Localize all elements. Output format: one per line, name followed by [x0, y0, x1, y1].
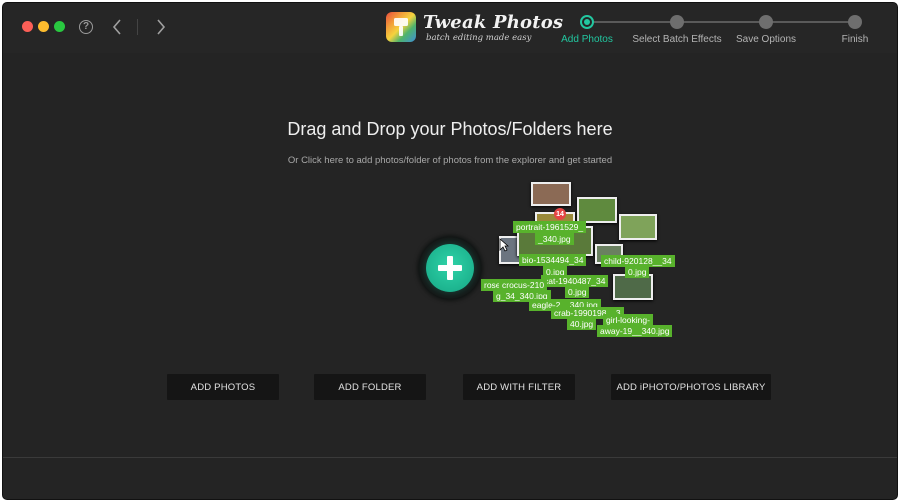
title-bar: ? Tweak Photos batch editing made easy A…	[3, 3, 897, 53]
photo-count-badge: 14	[554, 208, 566, 220]
step-dot-finish	[848, 15, 862, 29]
photo-thumb	[531, 182, 571, 206]
add-photos-button[interactable]: ADD PHOTOS	[167, 374, 279, 400]
step-dot-save-options	[759, 15, 773, 29]
file-tag: 0.jpg	[565, 286, 590, 298]
photo-thumb	[619, 214, 657, 240]
step-dot-add-photos	[580, 15, 594, 29]
add-folder-button[interactable]: ADD FOLDER	[314, 374, 426, 400]
step-label-save-options: Save Options	[735, 34, 797, 45]
photo-thumb	[577, 197, 617, 223]
footer-divider	[3, 457, 897, 458]
cursor-arrow-icon	[499, 238, 509, 252]
file-tag: 40.jpg	[567, 318, 597, 330]
file-tag: portrait-1961529_	[513, 221, 587, 233]
drop-heading: Drag and Drop your Photos/Folders here	[287, 119, 613, 139]
drop-subtext[interactable]: Or Click here to add photos/folder of ph…	[3, 155, 897, 166]
file-tag: away-19__340.jpg	[597, 325, 673, 337]
add-photos-plus-button[interactable]	[419, 237, 481, 299]
add-iphoto-library-button[interactable]: ADD iPHOTO/PHOTOS LIBRARY	[611, 374, 771, 400]
file-tag: bio-1534494_34	[519, 254, 587, 266]
photo-collage-illustration: 14 portrait-1961529_ _340.jpg bio-153449…	[479, 178, 679, 338]
app-window: ? Tweak Photos batch editing made easy A…	[2, 2, 898, 500]
steps-track	[587, 21, 855, 23]
step-label-finish: Finish	[841, 34, 869, 45]
step-dot-select-batch-effects	[670, 15, 684, 29]
wizard-steps: Add Photos Select Batch Effects Save Opt…	[3, 3, 897, 53]
step-label-add-photos: Add Photos	[561, 34, 613, 45]
step-label-select-batch-effects: Select Batch Effects	[632, 34, 722, 45]
file-tag: 0.jpg	[625, 266, 650, 278]
plus-icon	[426, 244, 474, 292]
file-tag: _340.jpg	[535, 233, 574, 245]
add-with-filter-button[interactable]: ADD WITH FILTER	[463, 374, 575, 400]
